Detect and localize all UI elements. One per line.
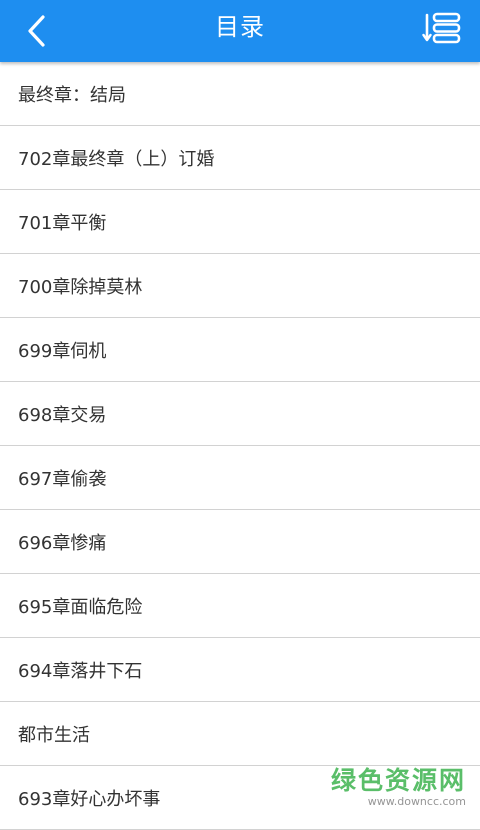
chapter-item[interactable]: 698章交易 [0, 382, 480, 446]
chapter-item[interactable]: 都市生活 [0, 702, 480, 766]
chapter-title: 700章除掉莫林 [18, 276, 143, 298]
chapter-title: 701章平衡 [18, 212, 107, 234]
chapter-item[interactable]: 702章最终章（上）订婚 [0, 126, 480, 190]
chapter-item[interactable]: 700章除掉莫林 [0, 254, 480, 318]
chapter-item[interactable]: 699章伺机 [0, 318, 480, 382]
chapter-title: 699章伺机 [18, 340, 107, 362]
top-bar: 目录 [0, 0, 480, 62]
chapter-title: 都市生活 [18, 724, 90, 746]
chapter-item[interactable]: 701章平衡 [0, 190, 480, 254]
chapter-title: 696章惨痛 [18, 532, 107, 554]
watermark-text: 绿色资源网 [330, 766, 466, 795]
chapter-item[interactable]: 697章偷袭 [0, 446, 480, 510]
chapter-title: 694章落井下石 [18, 660, 143, 682]
watermark-url: www.downcc.com [367, 795, 466, 808]
chapter-title: 693章好心办坏事 [18, 788, 161, 810]
page-title: 目录 [215, 13, 265, 41]
chapter-title: 698章交易 [18, 404, 107, 426]
chapter-item[interactable]: 696章惨痛 [0, 510, 480, 574]
chapter-title: 695章面临危险 [18, 596, 143, 618]
chapter-title: 最终章：结局 [18, 84, 126, 106]
chapter-title: 697章偷袭 [18, 468, 107, 490]
watermark-logo: 绿色资源网 www.downcc.com [331, 761, 466, 808]
chapter-item[interactable]: 694章落井下石 [0, 638, 480, 702]
chapter-title: 702章最终章（上）订婚 [18, 148, 215, 170]
chapter-item[interactable]: 最终章：结局 [0, 62, 480, 126]
sort-button[interactable] [416, 6, 468, 50]
sort-list-icon [422, 12, 461, 44]
chapter-list: 最终章：结局 702章最终章（上）订婚 701章平衡 700章除掉莫林 699章… [0, 62, 480, 830]
chapter-item[interactable]: 695章面临危险 [0, 574, 480, 638]
app-screen: 目录 最终章：结局 702章最终章（上）订婚 701章平衡 700章除掉莫林 6… [0, 0, 480, 830]
